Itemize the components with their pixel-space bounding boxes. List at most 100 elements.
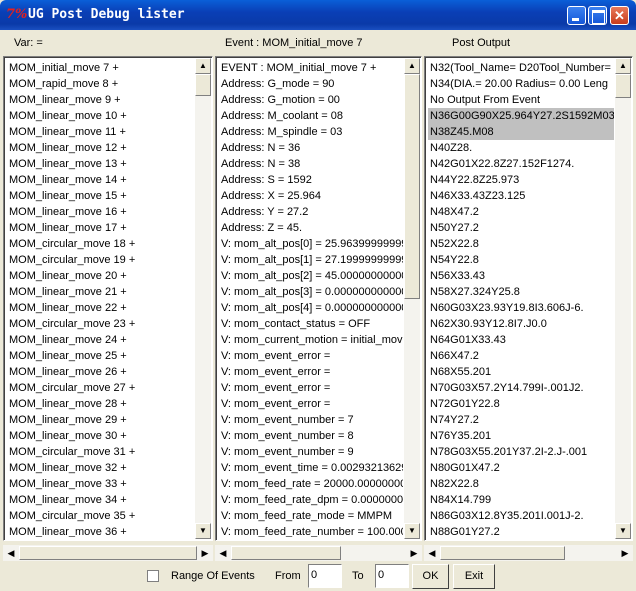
post-output-line[interactable]: N32(Tool_Name= D20Tool_Number= <box>428 60 614 76</box>
event-detail-item[interactable]: V: mom_alt_pos[0] = 25.96399999999 <box>219 236 403 252</box>
close-button[interactable]: ✕ <box>610 6 629 25</box>
event-list-item[interactable]: MOM_linear_move 22 + <box>7 300 194 316</box>
post-output-line[interactable]: N84X14.799 <box>428 492 614 508</box>
post-output-hscrollbar[interactable]: ◀ ▶ <box>424 545 633 561</box>
event-list-item[interactable]: MOM_linear_move 16 + <box>7 204 194 220</box>
post-output-line[interactable]: N80G01X47.2 <box>428 460 614 476</box>
post-output-line[interactable]: N38Z45.M08 <box>428 124 614 140</box>
post-output-scrollbar[interactable]: ▲ ▼ <box>615 58 631 539</box>
event-list[interactable]: MOM_initial_move 7 + MOM_rapid_move 8 + MO… <box>7 60 194 537</box>
post-output-line[interactable]: N50Y27.2 <box>428 220 614 236</box>
post-output-line[interactable]: N76Y35.201 <box>428 428 614 444</box>
event-detail-pane[interactable]: EVENT : MOM_initial_move 7 + Address: G_m… <box>215 56 422 541</box>
event-detail-item[interactable]: V: mom_event_error = <box>219 396 403 412</box>
event-detail-hscrollbar[interactable]: ◀ ▶ <box>215 545 422 561</box>
post-output-line[interactable]: N72G01Y22.8 <box>428 396 614 412</box>
event-list-item[interactable]: MOM_linear_move 33 + <box>7 476 194 492</box>
post-output-line[interactable]: N58X27.324Y25.8 <box>428 284 614 300</box>
event-list-item[interactable]: MOM_linear_move 21 + <box>7 284 194 300</box>
event-list-item[interactable]: MOM_linear_move 28 + <box>7 396 194 412</box>
event-detail-item[interactable]: V: mom_alt_pos[4] = 0.000000000000 <box>219 300 403 316</box>
event-list-item[interactable]: MOM_linear_move 26 + <box>7 364 194 380</box>
post-output-line[interactable]: N70G03X57.2Y14.799I-.001J2. <box>428 380 614 396</box>
event-detail-scrollbar[interactable]: ▲ ▼ <box>404 58 420 539</box>
scroll-left-icon[interactable]: ◀ <box>3 545 19 561</box>
event-list-item[interactable]: MOM_linear_move 25 + <box>7 348 194 364</box>
event-detail-item[interactable]: Address: S = 1592 <box>219 172 403 188</box>
post-output-line[interactable]: N34(DIA.= 20.00 Radius= 0.00 Leng <box>428 76 614 92</box>
event-detail-item[interactable]: V: mom_alt_pos[1] = 27.19999999999 <box>219 252 403 268</box>
event-list-item[interactable]: MOM_linear_move 20 + <box>7 268 194 284</box>
event-list-item[interactable]: MOM_linear_move 32 + <box>7 460 194 476</box>
event-list-item[interactable]: MOM_linear_move 10 + <box>7 108 194 124</box>
post-output-line[interactable]: N66X47.2 <box>428 348 614 364</box>
post-output-line[interactable]: N46X33.43Z23.125 <box>428 188 614 204</box>
post-output-line[interactable]: N48X47.2 <box>428 204 614 220</box>
event-detail-item[interactable]: V: mom_event_number = 8 <box>219 428 403 444</box>
scroll-thumb[interactable] <box>404 74 420 299</box>
post-output-line[interactable]: N82X22.8 <box>428 476 614 492</box>
scroll-right-icon[interactable]: ▶ <box>617 545 633 561</box>
post-output-line[interactable]: N68X55.201 <box>428 364 614 380</box>
event-detail-item[interactable]: V: mom_contact_status = OFF <box>219 316 403 332</box>
from-field[interactable]: 0 <box>308 564 342 588</box>
hscroll-thumb[interactable] <box>231 546 341 560</box>
to-field[interactable]: 0 <box>375 564 409 588</box>
event-detail-item[interactable]: Address: Z = 45. <box>219 220 403 236</box>
event-list-item[interactable]: MOM_circular_move 27 + <box>7 380 194 396</box>
event-list-item[interactable]: MOM_linear_move 14 + <box>7 172 194 188</box>
post-output-line[interactable]: N54Y22.8 <box>428 252 614 268</box>
scroll-up-icon[interactable]: ▲ <box>615 58 631 74</box>
event-list-item[interactable]: MOM_linear_move 13 + <box>7 156 194 172</box>
event-list-item[interactable]: MOM_circular_move 23 + <box>7 316 194 332</box>
event-list-item[interactable]: MOM_circular_move 18 + <box>7 236 194 252</box>
event-list-item[interactable]: MOM_linear_move 34 + <box>7 492 194 508</box>
event-list-hscrollbar[interactable]: ◀ ▶ <box>3 545 213 561</box>
post-output-list[interactable]: N32(Tool_Name= D20Tool_Number= N34(DIA.= … <box>428 60 614 537</box>
post-output-line[interactable]: N56X33.43 <box>428 268 614 284</box>
scroll-down-icon[interactable]: ▼ <box>195 523 211 539</box>
range-of-events-checkbox[interactable] <box>147 570 159 582</box>
post-output-line[interactable]: No Output From Event <box>428 92 614 108</box>
event-detail-item[interactable]: V: mom_feed_rate_number = 100.000 <box>219 524 403 537</box>
post-output-line[interactable]: N40Z28. <box>428 140 614 156</box>
event-detail-item[interactable]: Address: G_mode = 90 <box>219 76 403 92</box>
post-output-line[interactable]: N78G03X55.201Y37.2I-2.J-.001 <box>428 444 614 460</box>
event-detail-item[interactable]: V: mom_event_error = <box>219 380 403 396</box>
event-detail-item[interactable]: V: mom_event_number = 9 <box>219 444 403 460</box>
event-detail-item[interactable]: Address: G_motion = 00 <box>219 92 403 108</box>
event-detail-item[interactable]: V: mom_feed_rate = 20000.00000000 <box>219 476 403 492</box>
event-list-item[interactable]: MOM_linear_move 9 + <box>7 92 194 108</box>
event-detail-item[interactable]: Address: M_spindle = 03 <box>219 124 403 140</box>
event-list-scrollbar[interactable]: ▲ ▼ <box>195 58 211 539</box>
event-detail-item[interactable]: V: mom_current_motion = initial_move <box>219 332 403 348</box>
event-detail-item[interactable]: V: mom_event_number = 7 <box>219 412 403 428</box>
post-output-line[interactable]: N52X22.8 <box>428 236 614 252</box>
scroll-left-icon[interactable]: ◀ <box>215 545 231 561</box>
hscroll-thumb[interactable] <box>440 546 565 560</box>
event-list-item[interactable]: MOM_linear_move 36 + <box>7 524 194 537</box>
event-detail-item[interactable]: V: mom_alt_pos[2] = 45.00000000000 <box>219 268 403 284</box>
post-output-line[interactable]: N44Y22.8Z25.973 <box>428 172 614 188</box>
event-list-item[interactable]: MOM_initial_move 7 + <box>7 60 194 76</box>
event-detail-list[interactable]: EVENT : MOM_initial_move 7 + Address: G_m… <box>219 60 403 537</box>
event-list-item[interactable]: MOM_linear_move 15 + <box>7 188 194 204</box>
event-list-item[interactable]: MOM_linear_move 12 + <box>7 140 194 156</box>
event-detail-item[interactable]: V: mom_event_time = 0.00293213629 <box>219 460 403 476</box>
event-list-item[interactable]: MOM_linear_move 30 + <box>7 428 194 444</box>
scroll-thumb[interactable] <box>615 74 631 98</box>
event-list-item[interactable]: MOM_linear_move 17 + <box>7 220 194 236</box>
event-detail-item[interactable]: V: mom_event_error = <box>219 348 403 364</box>
post-output-line[interactable]: N62X30.93Y12.8I7.J0.0 <box>428 316 614 332</box>
scroll-right-icon[interactable]: ▶ <box>197 545 213 561</box>
event-list-item[interactable]: MOM_circular_move 31 + <box>7 444 194 460</box>
ok-button[interactable]: OK <box>412 564 449 589</box>
event-list-item[interactable]: MOM_circular_move 35 + <box>7 508 194 524</box>
event-detail-item[interactable]: V: mom_alt_pos[3] = 0.000000000000 <box>219 284 403 300</box>
event-list-item[interactable]: MOM_rapid_move 8 + <box>7 76 194 92</box>
event-list-item[interactable]: MOM_linear_move 11 + <box>7 124 194 140</box>
event-detail-item[interactable]: V: mom_event_error = <box>219 364 403 380</box>
event-list-item[interactable]: MOM_circular_move 19 + <box>7 252 194 268</box>
event-detail-item[interactable]: EVENT : MOM_initial_move 7 + <box>219 60 403 76</box>
scroll-up-icon[interactable]: ▲ <box>404 58 420 74</box>
